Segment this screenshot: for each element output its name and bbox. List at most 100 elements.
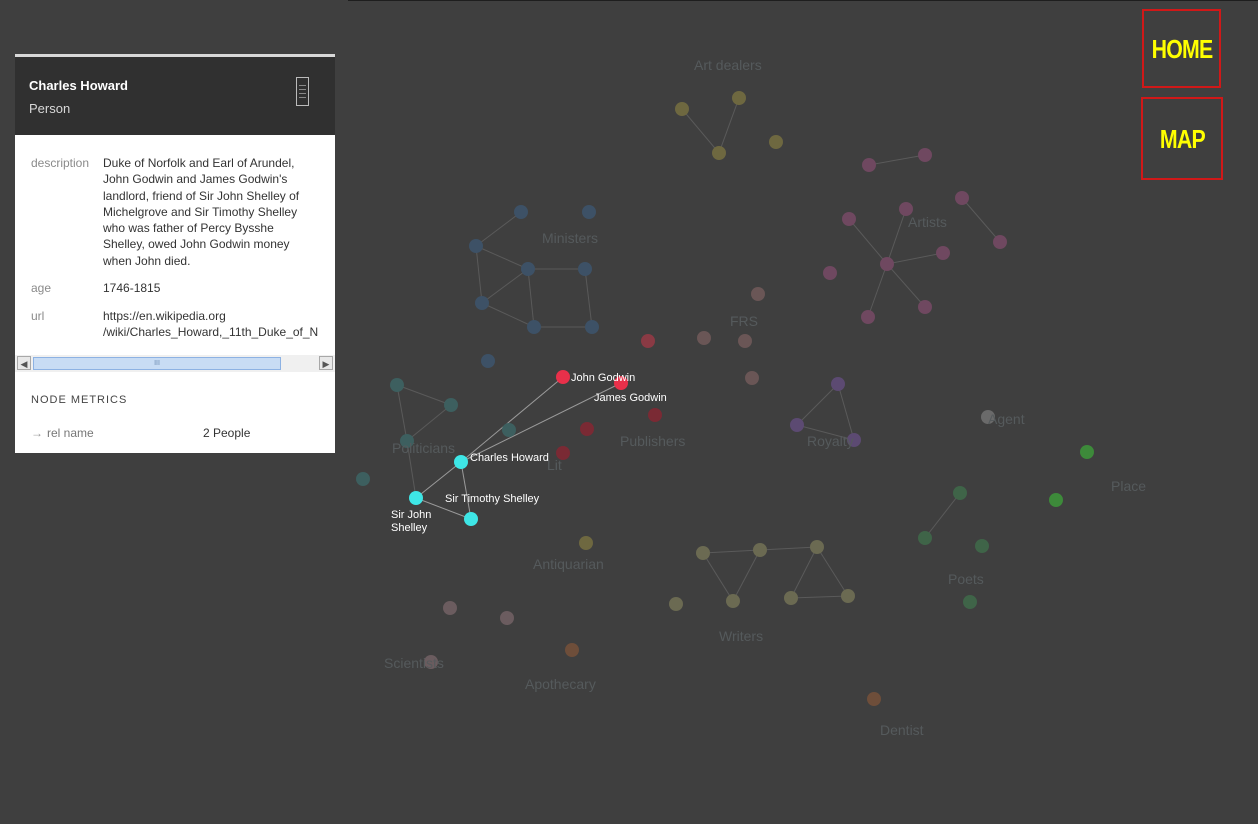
graph-edge	[475, 211, 522, 247]
highlighted-edge	[460, 461, 472, 520]
graph-node[interactable]	[810, 540, 824, 554]
home-button[interactable]: HOME	[1142, 9, 1221, 88]
graph-node[interactable]	[675, 102, 689, 116]
arrow-right-icon: →	[31, 426, 43, 440]
graph-node[interactable]	[918, 148, 932, 162]
graph-edge	[961, 197, 1001, 243]
graph-edge	[396, 384, 452, 406]
map-button[interactable]: MAP	[1141, 97, 1223, 180]
graph-node[interactable]	[842, 212, 856, 226]
graph-node[interactable]	[481, 354, 495, 368]
graph-node[interactable]	[527, 320, 541, 334]
graph-node[interactable]	[753, 543, 767, 557]
graph-node[interactable]	[585, 320, 599, 334]
graph-node[interactable]	[582, 205, 596, 219]
graph-node[interactable]	[356, 472, 370, 486]
highlighted-node[interactable]	[454, 455, 468, 469]
graph-node[interactable]	[712, 146, 726, 160]
graph-node[interactable]	[790, 418, 804, 432]
graph-node[interactable]	[521, 262, 535, 276]
graph-node[interactable]	[861, 310, 875, 324]
scroll-thumb[interactable]: III	[33, 357, 281, 370]
graph-node[interactable]	[444, 398, 458, 412]
graph-node[interactable]	[751, 287, 765, 301]
graph-node[interactable]	[390, 378, 404, 392]
graph-node[interactable]	[936, 246, 950, 260]
node-label: Sir Timothy Shelley	[445, 493, 540, 505]
graph-node[interactable]	[443, 601, 457, 615]
graph-edge	[790, 595, 849, 599]
graph-node[interactable]	[565, 643, 579, 657]
graph-node[interactable]	[975, 539, 989, 553]
graph-node[interactable]	[918, 531, 932, 545]
graph-nodes	[356, 91, 1094, 706]
graph-node[interactable]	[469, 239, 483, 253]
graph-edge	[702, 552, 734, 602]
graph-node[interactable]	[500, 611, 514, 625]
document-icon[interactable]	[296, 77, 309, 106]
graph-node[interactable]	[831, 377, 845, 391]
graph-node[interactable]	[669, 597, 683, 611]
graph-node[interactable]	[696, 546, 710, 560]
graph-node[interactable]	[769, 135, 783, 149]
horizontal-scrollbar[interactable]: ◀ III ▶	[15, 355, 335, 372]
graph-node[interactable]	[502, 423, 516, 437]
graph-node[interactable]	[580, 422, 594, 436]
graph-node[interactable]	[514, 205, 528, 219]
graph-edge	[732, 549, 761, 602]
group-label: Scientists	[384, 655, 444, 671]
graph-node[interactable]	[918, 300, 932, 314]
graph-node[interactable]	[862, 158, 876, 172]
graph-node[interactable]	[953, 486, 967, 500]
graph-node[interactable]	[732, 91, 746, 105]
graph-edge	[886, 252, 944, 265]
graph-node[interactable]	[578, 262, 592, 276]
highlighted-node[interactable]	[409, 491, 423, 505]
group-label: Place	[1111, 478, 1146, 494]
graph-node[interactable]	[1080, 445, 1094, 459]
graph-node[interactable]	[475, 296, 489, 310]
graph-node[interactable]	[648, 408, 662, 422]
graph-node[interactable]	[880, 257, 894, 271]
node-label: Sir John	[391, 509, 431, 521]
scroll-left-arrow-icon[interactable]: ◀	[17, 356, 31, 370]
graph-edge	[406, 404, 452, 442]
prop-value-age: 1746-1815	[103, 281, 161, 295]
node-label: Charles Howard	[470, 452, 549, 464]
node-type: Person	[29, 101, 71, 116]
graph-node[interactable]	[745, 371, 759, 385]
group-label: Art dealers	[694, 57, 762, 73]
graph-node[interactable]	[823, 266, 837, 280]
group-label: Publishers	[620, 433, 685, 449]
group-label: FRS	[730, 313, 758, 329]
graph-edge	[527, 268, 535, 328]
graph-edge	[759, 546, 818, 551]
prop-value-url[interactable]: https://en.wikipedia.org /wiki/Charles_H…	[103, 308, 318, 341]
group-label: Politicians	[392, 440, 455, 456]
graph-node[interactable]	[955, 191, 969, 205]
graph-node[interactable]	[579, 536, 593, 550]
panel-header: Charles Howard Person	[15, 57, 335, 135]
graph-node[interactable]	[963, 595, 977, 609]
graph-node[interactable]	[641, 334, 655, 348]
prop-key-age: age	[31, 281, 52, 295]
graph-node[interactable]	[697, 331, 711, 345]
graph-node[interactable]	[841, 589, 855, 603]
graph-edge	[702, 549, 761, 554]
scroll-right-arrow-icon[interactable]: ▶	[319, 356, 333, 370]
graph-node[interactable]	[1049, 493, 1063, 507]
graph-node[interactable]	[784, 591, 798, 605]
graph-node[interactable]	[867, 692, 881, 706]
highlighted-node[interactable]	[556, 370, 570, 384]
metric-name: rel name	[47, 426, 94, 440]
highlighted-node[interactable]	[464, 512, 478, 526]
graph-edge	[475, 245, 483, 304]
graph-node[interactable]	[993, 235, 1007, 249]
group-label: Antiquarian	[533, 556, 604, 572]
graph-node[interactable]	[738, 334, 752, 348]
group-label: Agent	[988, 411, 1025, 427]
node-info-panel: Charles Howard Person description Duke o…	[15, 54, 335, 453]
graph-edge	[848, 218, 888, 265]
graph-node[interactable]	[726, 594, 740, 608]
group-labels: Art dealers Ministers Artists FRS Publishers…	[384, 57, 1146, 738]
